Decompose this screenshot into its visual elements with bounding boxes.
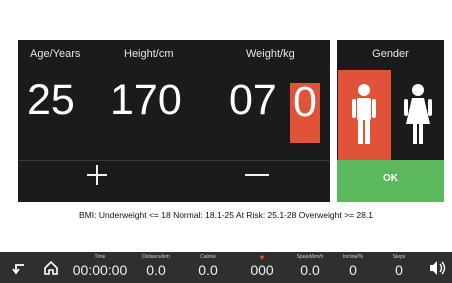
weight-label: Weight/kg (246, 48, 295, 60)
stat-time-value: 00:00:00 (72, 262, 128, 278)
stat-time-label: Time (94, 254, 106, 260)
minus-icon (245, 174, 269, 176)
decrement-button[interactable] (240, 158, 274, 192)
stat-distance: Distance/km 0.0 (136, 254, 176, 279)
bottom-status-bar: Time 00:00:00 Distance/km 0.0 Calorie 0.… (0, 252, 452, 283)
male-button[interactable] (338, 70, 391, 160)
volume-icon[interactable] (428, 259, 448, 277)
stat-speed-label: Speed/km/h (296, 254, 324, 260)
stat-distance-value: 0.0 (146, 262, 166, 278)
plus-icon (87, 165, 107, 185)
stat-calorie-value: 0.0 (198, 262, 218, 278)
heart-icon: ♥ (259, 253, 265, 262)
stat-heart-rate-value: 000 (250, 262, 274, 278)
height-value[interactable]: 170 (110, 76, 182, 125)
height-label: Height/cm (124, 48, 174, 60)
female-button[interactable] (392, 70, 444, 160)
ok-button[interactable]: OK (337, 160, 444, 202)
weight-active-digit-text: 0 (293, 78, 317, 126)
stat-steps-label: Steps (392, 254, 406, 260)
male-icon (352, 84, 376, 144)
back-icon[interactable] (10, 259, 28, 277)
divider (18, 160, 330, 161)
gender-label: Gender (372, 48, 409, 60)
ok-button-label: OK (383, 173, 398, 184)
stat-steps: Steps 0 (382, 254, 416, 279)
stat-steps-value: 0 (395, 262, 403, 278)
home-icon[interactable] (42, 259, 60, 277)
stat-heart-rate: ♥ 000 (242, 254, 282, 279)
stat-calorie: Calorie 0.0 (188, 254, 228, 279)
stat-incline-value: 0 (349, 262, 357, 278)
stat-calorie-label: Calorie (200, 254, 216, 260)
stat-time: Time 00:00:00 (70, 254, 130, 279)
age-label: Age/Years (30, 48, 81, 60)
weight-value-prefix[interactable]: 07 (229, 76, 277, 125)
bmi-reference-text: BMI: Underweight <= 18 Normal: 18.1-25 A… (79, 210, 373, 220)
stat-distance-label: Distance/km (142, 254, 170, 260)
stat-incline: Incline/% 0 (336, 254, 370, 279)
stat-speed-value: 0.0 (300, 262, 320, 278)
female-icon (404, 84, 432, 144)
weight-active-digit[interactable]: 0 (290, 78, 320, 143)
age-value[interactable]: 25 (27, 76, 75, 125)
increment-button[interactable] (80, 158, 114, 192)
stat-incline-label: Incline/% (342, 254, 364, 260)
stat-speed: Speed/km/h 0.0 (288, 254, 332, 279)
